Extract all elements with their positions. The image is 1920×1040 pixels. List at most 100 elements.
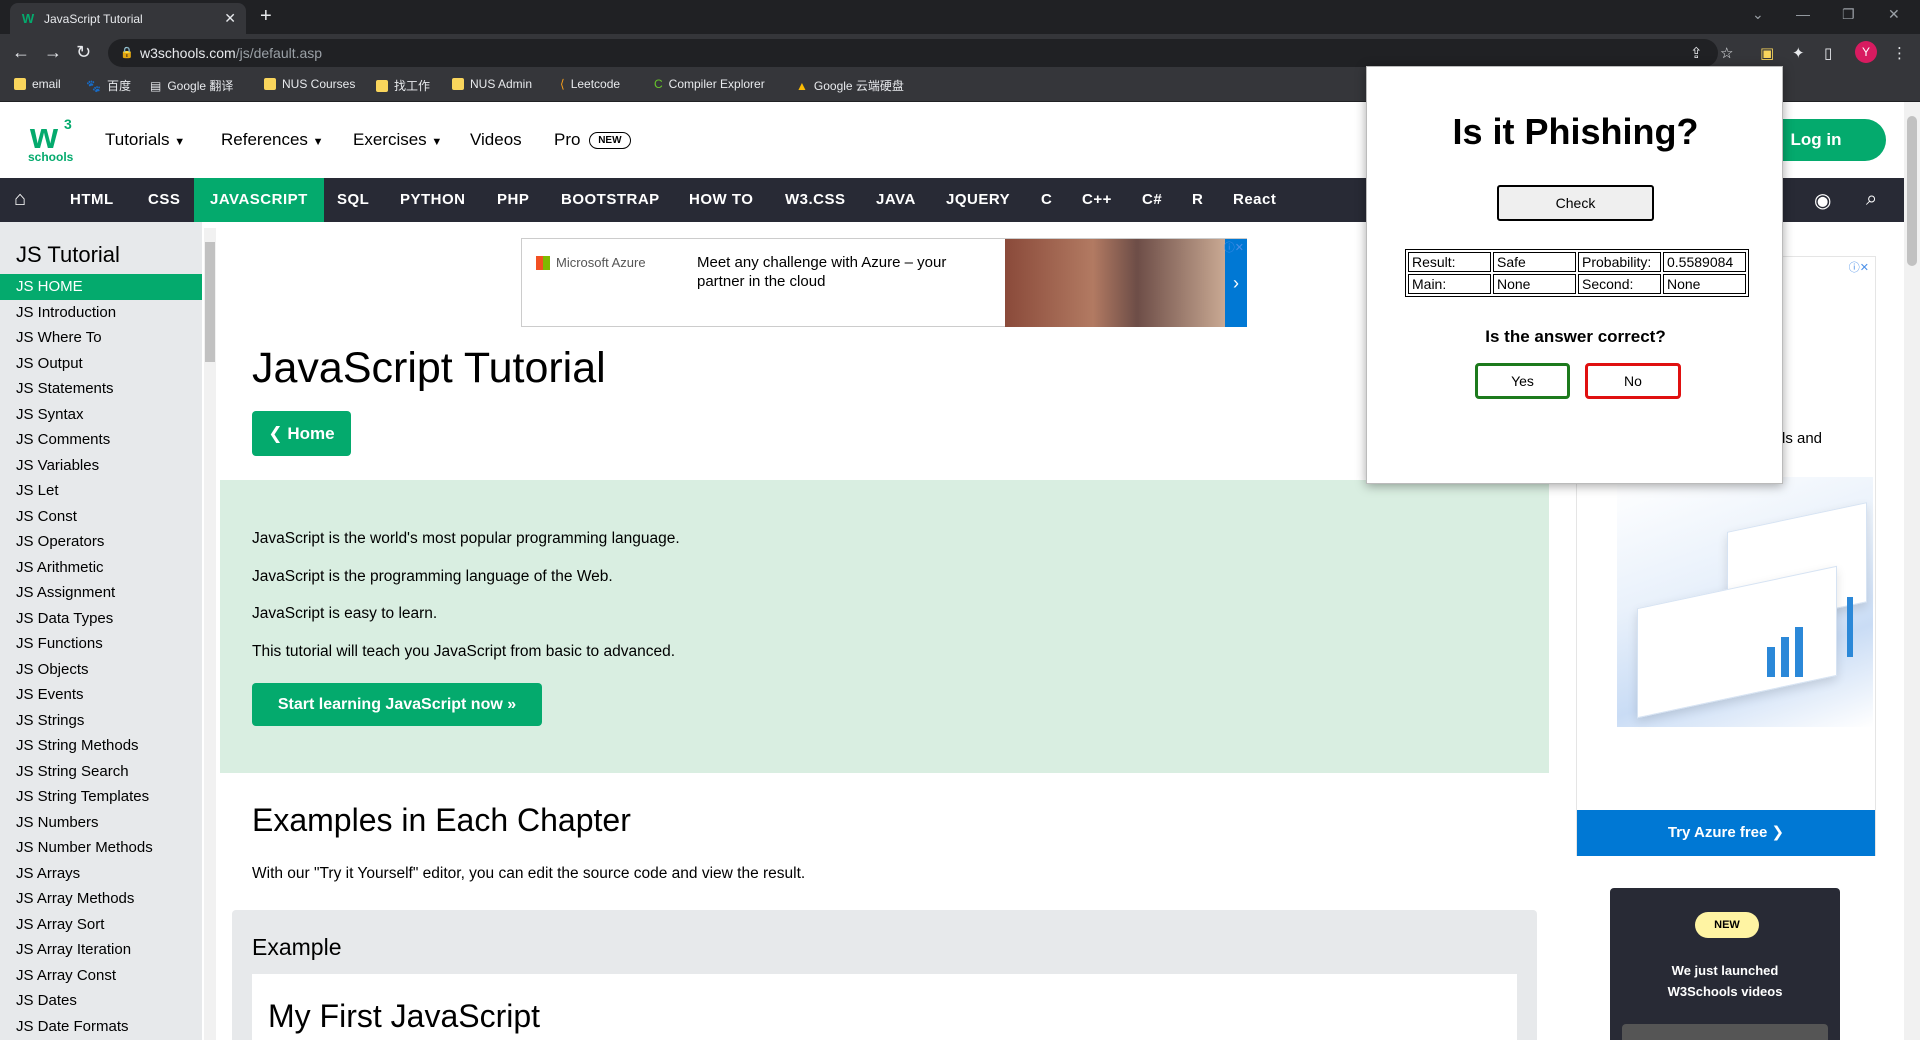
profile-avatar[interactable]: Y [1855, 41, 1877, 63]
phishing-extension-icon[interactable]: ▣ [1760, 44, 1774, 62]
nav-r[interactable]: R [1192, 178, 1203, 222]
ad-choices-icon[interactable]: ⓘ✕ [1224, 239, 1244, 255]
menu-pro[interactable]: Pro NEW [554, 130, 631, 150]
no-button[interactable]: No [1585, 363, 1681, 399]
sidebar-item[interactable]: JS HOME [0, 274, 202, 300]
sidebar-item[interactable]: JS Output [0, 351, 202, 377]
nav-php[interactable]: PHP [497, 178, 529, 222]
sidebar-item[interactable]: JS Array Const [0, 963, 202, 989]
nav-react[interactable]: React [1233, 178, 1276, 222]
sidebar-item[interactable]: JS String Methods [0, 733, 202, 759]
nav-jquery[interactable]: JQUERY [946, 178, 1010, 222]
tab-search-icon[interactable]: ⌄ [1752, 6, 1764, 23]
sidebar-item[interactable]: JS Const [0, 504, 202, 530]
nav-javascript[interactable]: JAVASCRIPT [194, 178, 324, 222]
bookmark-nus-admin[interactable]: NUS Admin [452, 77, 532, 91]
share-icon[interactable]: ⇪ [1690, 44, 1703, 62]
nav-java[interactable]: JAVA [876, 178, 916, 222]
search-icon[interactable]: ⌕ [1866, 188, 1877, 211]
folder-icon [264, 78, 276, 90]
ad-choices-icon[interactable]: ⓘ✕ [1849, 259, 1869, 275]
scroll-thumb[interactable] [1907, 116, 1917, 266]
sidebar-item[interactable]: JS Number Methods [0, 835, 202, 861]
start-learning-button[interactable]: Start learning JavaScript now » [252, 683, 542, 726]
sidebar-item[interactable]: JS Arrays [0, 861, 202, 887]
sidebar-item[interactable]: JS Strings [0, 708, 202, 734]
nav-howto[interactable]: HOW TO [689, 178, 753, 222]
sidebar-item[interactable]: JS Array Sort [0, 912, 202, 938]
sidebar-item[interactable]: JS String Templates [0, 784, 202, 810]
nav-sql[interactable]: SQL [337, 178, 369, 222]
bookmark-google-drive[interactable]: ▲ Google 云端硬盘 [796, 77, 904, 94]
sidebar-item[interactable]: JS Operators [0, 529, 202, 555]
home-icon[interactable]: ⌂ [14, 188, 26, 211]
nav-c[interactable]: C [1041, 178, 1052, 222]
sidebar-item[interactable]: JS Objects [0, 657, 202, 683]
forward-icon[interactable]: → [44, 42, 62, 63]
sidebar-item[interactable]: JS Introduction [0, 300, 202, 326]
bookmark-nus-courses[interactable]: NUS Courses [264, 77, 355, 91]
browser-tab[interactable]: W JavaScript Tutorial ✕ [10, 3, 246, 34]
bookmark-email[interactable]: email [14, 77, 61, 91]
maximize-icon[interactable]: ❐ [1842, 6, 1855, 23]
sidebar-item[interactable]: JS Syntax [0, 402, 202, 428]
menu-tutorials[interactable]: Tutorials ▼ [105, 130, 185, 150]
scroll-thumb[interactable] [205, 242, 215, 362]
video-promo-card[interactable]: NEW We just launched W3Schools videos [1610, 888, 1840, 1040]
extensions-puzzle-icon[interactable]: ✦ [1792, 44, 1805, 62]
page-scrollbar[interactable] [1904, 102, 1920, 1040]
sidebar-item[interactable]: JS Statements [0, 376, 202, 402]
yes-button[interactable]: Yes [1475, 363, 1570, 399]
try-azure-button[interactable]: Try Azure free ❯ [1577, 810, 1875, 856]
nav-csharp[interactable]: C# [1142, 178, 1162, 222]
sidebar-item[interactable]: JS Where To [0, 325, 202, 351]
sidebar-item[interactable]: JS Assignment [0, 580, 202, 606]
sidebar-item[interactable]: JS Arithmetic [0, 555, 202, 581]
browser-tab-bar: W JavaScript Tutorial ✕ + ⌄ — ❐ ✕ [0, 0, 1920, 34]
sidebar-item[interactable]: JS Array Methods [0, 886, 202, 912]
bookmark-job[interactable]: 找工作 [376, 77, 430, 94]
back-icon[interactable]: ← [12, 42, 30, 63]
check-button[interactable]: Check [1497, 185, 1654, 221]
bookmark-leetcode[interactable]: ⟨ Leetcode [560, 77, 620, 91]
url-input[interactable]: 🔒 w3schools.com/js/default.asp [108, 39, 1718, 67]
logo-sup: 3 [64, 116, 72, 132]
menu-references[interactable]: References ▼ [221, 130, 324, 150]
sidebar-item[interactable]: JS Variables [0, 453, 202, 479]
sidebar-item[interactable]: JS Let [0, 478, 202, 504]
side-panel-icon[interactable]: ▯ [1824, 44, 1832, 62]
nav-w3css[interactable]: W3.CSS [785, 178, 846, 222]
reload-icon[interactable]: ↻ [76, 42, 91, 63]
sidebar-item[interactable]: JS Comments [0, 427, 202, 453]
menu-exercises[interactable]: Exercises ▼ [353, 130, 442, 150]
sidebar-item[interactable]: JS Dates [0, 988, 202, 1014]
nav-bootstrap[interactable]: BOOTSTRAP [561, 178, 660, 222]
home-button[interactable]: ❮ Home [252, 411, 351, 456]
bookmark-google-translate[interactable]: ▤ Google 翻译 [150, 77, 233, 94]
sidebar-item[interactable]: JS Date Formats [0, 1014, 202, 1040]
sidebar-item[interactable]: JS Events [0, 682, 202, 708]
minimize-icon[interactable]: — [1796, 6, 1810, 22]
globe-icon[interactable]: ◉ [1814, 188, 1831, 213]
window-close-icon[interactable]: ✕ [1888, 6, 1900, 23]
nav-css[interactable]: CSS [148, 178, 180, 222]
new-tab-icon[interactable]: + [260, 5, 272, 28]
nav-cpp[interactable]: C++ [1082, 178, 1112, 222]
sidebar-item[interactable]: JS Array Iteration [0, 937, 202, 963]
menu-videos[interactable]: Videos [470, 130, 522, 150]
bookmark-star-icon[interactable]: ☆ [1720, 44, 1733, 62]
sidebar-item[interactable]: JS Data Types [0, 606, 202, 632]
tab-close-icon[interactable]: ✕ [224, 10, 236, 27]
bookmark-baidu[interactable]: 🐾 百度 [86, 77, 131, 94]
sidebar-item[interactable]: JS Numbers [0, 810, 202, 836]
sidebar-scrollbar[interactable] [204, 228, 216, 1040]
bookmark-compiler-explorer[interactable]: C Compiler Explorer [654, 77, 765, 91]
top-ad-banner[interactable]: Microsoft Azure Meet any challenge with … [521, 238, 1247, 327]
sidebar-item[interactable]: JS String Search [0, 759, 202, 785]
w3schools-logo[interactable]: w 3 schools [26, 116, 76, 164]
chrome-menu-icon[interactable]: ⋮ [1892, 44, 1907, 62]
sidebar-item[interactable]: JS Functions [0, 631, 202, 657]
nav-python[interactable]: PYTHON [400, 178, 466, 222]
address-bar-row: ← → ↻ 🔒 w3schools.com/js/default.asp ⇪ ☆… [0, 34, 1920, 70]
nav-html[interactable]: HTML [70, 178, 114, 222]
